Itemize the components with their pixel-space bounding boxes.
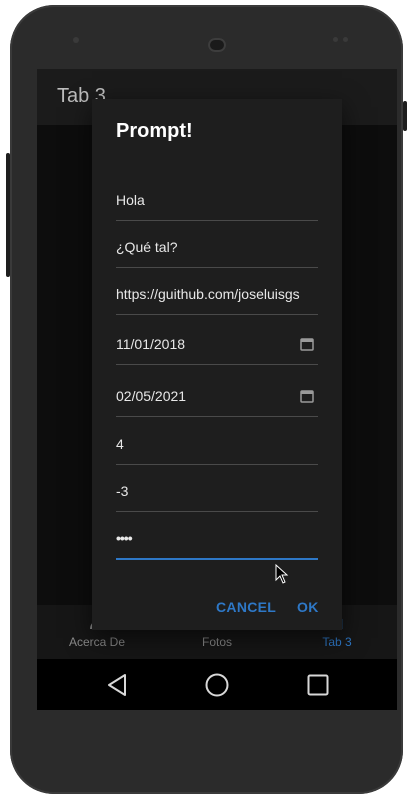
text-field-2[interactable]: ¿Qué tal?: [116, 220, 318, 268]
tab-label: Fotos: [201, 635, 232, 649]
date-field-2[interactable]: 02/05/2021: [116, 365, 318, 417]
field-value: ¿Qué tal?: [116, 239, 178, 255]
tab-label: Acerca De: [68, 635, 126, 649]
mouse-pointer-icon: [275, 564, 289, 584]
power-button: [6, 153, 10, 277]
calendar-icon[interactable]: [300, 337, 314, 351]
field-value: ••••: [116, 530, 133, 546]
cancel-button[interactable]: CANCEL: [216, 599, 276, 615]
volume-button: [403, 101, 407, 131]
dialog-title: Prompt!: [116, 120, 193, 142]
ok-button[interactable]: OK: [297, 599, 319, 615]
field-value: 02/05/2021: [116, 388, 187, 404]
front-camera-icon: [73, 37, 79, 43]
sensor-icon: [333, 37, 338, 42]
text-field[interactable]: Hola: [116, 173, 318, 221]
calendar-icon[interactable]: [300, 389, 314, 403]
field-value: Hola: [116, 192, 145, 208]
date-field[interactable]: 11/01/2018: [116, 315, 318, 365]
url-field[interactable]: https://guithub.com/joseluisgs: [116, 267, 318, 315]
field-value: -3: [116, 483, 129, 499]
number-field-2[interactable]: -3: [116, 464, 318, 512]
password-field[interactable]: ••••: [116, 511, 318, 560]
field-value: https://guithub.com/joseluisgs: [116, 286, 300, 302]
home-icon[interactable]: [204, 672, 230, 698]
phone-frame: Tab 3 Acerca De Fotos Tab 3 Prompt! Hola…: [6, 5, 407, 794]
prompt-dialog: Prompt! Hola ¿Qué tal? https://guithub.c…: [92, 99, 342, 630]
tab-label: Tab 3: [322, 635, 352, 649]
device-screen: Tab 3 Acerca De Fotos Tab 3 Prompt! Hola…: [37, 69, 397, 710]
recents-icon[interactable]: [305, 672, 331, 698]
earpiece-speaker: [208, 38, 226, 52]
back-icon[interactable]: [105, 672, 131, 698]
number-field[interactable]: 4: [116, 417, 318, 465]
sensor-icon-2: [343, 37, 348, 42]
field-value: 4: [116, 436, 124, 452]
field-value: 11/01/2018: [116, 336, 186, 352]
system-nav-bar: [37, 659, 397, 710]
